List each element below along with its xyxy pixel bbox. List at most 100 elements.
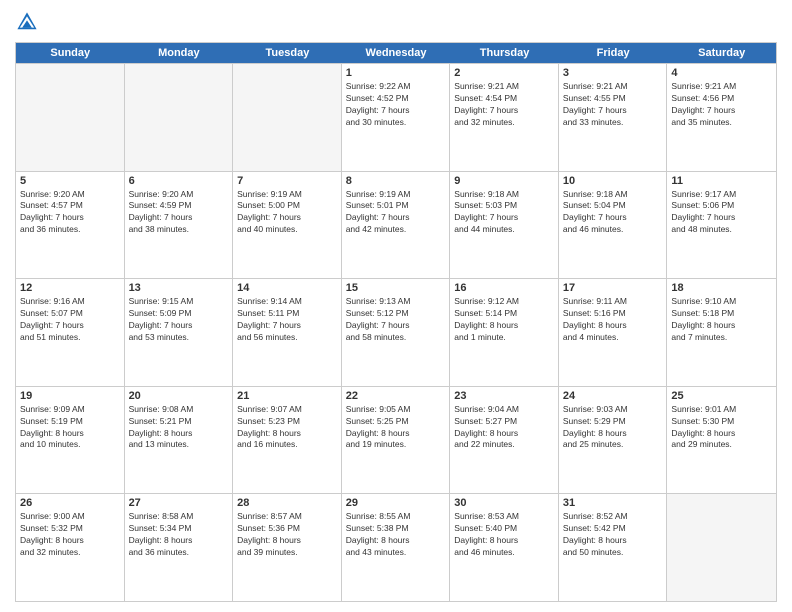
day-info: Sunrise: 9:19 AM Sunset: 5:00 PM Dayligh… <box>237 189 337 237</box>
calendar-cell: 2 Sunrise: 9:21 AM Sunset: 4:54 PM Daylig… <box>450 64 559 171</box>
day-info: Sunrise: 9:00 AM Sunset: 5:32 PM Dayligh… <box>20 511 120 559</box>
day-number: 10 <box>563 175 663 187</box>
day-number: 29 <box>346 497 446 509</box>
day-info: Sunrise: 9:21 AM Sunset: 4:55 PM Dayligh… <box>563 81 663 129</box>
header <box>15 10 777 34</box>
weekday-header: Tuesday <box>233 43 342 63</box>
day-info: Sunrise: 8:53 AM Sunset: 5:40 PM Dayligh… <box>454 511 554 559</box>
calendar-cell: 10 Sunrise: 9:18 AM Sunset: 5:04 PM Dayli… <box>559 172 668 279</box>
day-number: 28 <box>237 497 337 509</box>
day-info: Sunrise: 9:22 AM Sunset: 4:52 PM Dayligh… <box>346 81 446 129</box>
day-number: 17 <box>563 282 663 294</box>
day-info: Sunrise: 8:55 AM Sunset: 5:38 PM Dayligh… <box>346 511 446 559</box>
day-info: Sunrise: 9:11 AM Sunset: 5:16 PM Dayligh… <box>563 296 663 344</box>
day-number: 21 <box>237 390 337 402</box>
day-info: Sunrise: 9:20 AM Sunset: 4:59 PM Dayligh… <box>129 189 229 237</box>
day-number: 8 <box>346 175 446 187</box>
calendar-cell: 20 Sunrise: 9:08 AM Sunset: 5:21 PM Dayli… <box>125 387 234 494</box>
day-info: Sunrise: 9:21 AM Sunset: 4:54 PM Dayligh… <box>454 81 554 129</box>
day-number: 31 <box>563 497 663 509</box>
weekday-header: Saturday <box>667 43 776 63</box>
day-info: Sunrise: 8:57 AM Sunset: 5:36 PM Dayligh… <box>237 511 337 559</box>
calendar-body: 1 Sunrise: 9:22 AM Sunset: 4:52 PM Daylig… <box>16 63 776 601</box>
day-info: Sunrise: 9:10 AM Sunset: 5:18 PM Dayligh… <box>671 296 772 344</box>
calendar-cell: 7 Sunrise: 9:19 AM Sunset: 5:00 PM Daylig… <box>233 172 342 279</box>
day-info: Sunrise: 9:13 AM Sunset: 5:12 PM Dayligh… <box>346 296 446 344</box>
day-number: 7 <box>237 175 337 187</box>
day-number: 3 <box>563 67 663 79</box>
day-number: 12 <box>20 282 120 294</box>
calendar-cell: 28 Sunrise: 8:57 AM Sunset: 5:36 PM Dayli… <box>233 494 342 601</box>
day-number: 4 <box>671 67 772 79</box>
weekday-header: Thursday <box>450 43 559 63</box>
calendar-cell: 31Sunrise: 8:52 AM Sunset: 5:42 PM Dayli… <box>559 494 668 601</box>
day-number: 23 <box>454 390 554 402</box>
calendar-cell: 3 Sunrise: 9:21 AM Sunset: 4:55 PM Daylig… <box>559 64 668 171</box>
calendar-row: 26Sunrise: 9:00 AM Sunset: 5:32 PM Dayli… <box>16 493 776 601</box>
day-info: Sunrise: 9:14 AM Sunset: 5:11 PM Dayligh… <box>237 296 337 344</box>
day-info: Sunrise: 9:16 AM Sunset: 5:07 PM Dayligh… <box>20 296 120 344</box>
day-info: Sunrise: 9:17 AM Sunset: 5:06 PM Dayligh… <box>671 189 772 237</box>
day-info: Sunrise: 9:12 AM Sunset: 5:14 PM Dayligh… <box>454 296 554 344</box>
calendar-cell: 1 Sunrise: 9:22 AM Sunset: 4:52 PM Daylig… <box>342 64 451 171</box>
calendar: SundayMondayTuesdayWednesdayThursdayFrid… <box>15 42 777 602</box>
weekday-header: Friday <box>559 43 668 63</box>
calendar-cell: 17 Sunrise: 9:11 AM Sunset: 5:16 PM Dayli… <box>559 279 668 386</box>
day-number: 22 <box>346 390 446 402</box>
calendar-cell: 18 Sunrise: 9:10 AM Sunset: 5:18 PM Dayli… <box>667 279 776 386</box>
day-number: 20 <box>129 390 229 402</box>
day-info: Sunrise: 9:04 AM Sunset: 5:27 PM Dayligh… <box>454 404 554 452</box>
day-number: 18 <box>671 282 772 294</box>
calendar-cell: 6 Sunrise: 9:20 AM Sunset: 4:59 PM Daylig… <box>125 172 234 279</box>
calendar-cell: 16 Sunrise: 9:12 AM Sunset: 5:14 PM Dayli… <box>450 279 559 386</box>
day-number: 13 <box>129 282 229 294</box>
calendar-cell: 14 Sunrise: 9:14 AM Sunset: 5:11 PM Dayli… <box>233 279 342 386</box>
day-info: Sunrise: 9:08 AM Sunset: 5:21 PM Dayligh… <box>129 404 229 452</box>
day-number: 2 <box>454 67 554 79</box>
calendar-cell: 8 Sunrise: 9:19 AM Sunset: 5:01 PM Daylig… <box>342 172 451 279</box>
day-number: 6 <box>129 175 229 187</box>
day-number: 16 <box>454 282 554 294</box>
day-info: Sunrise: 9:21 AM Sunset: 4:56 PM Dayligh… <box>671 81 772 129</box>
calendar-cell: 15Sunrise: 9:13 AM Sunset: 5:12 PM Dayli… <box>342 279 451 386</box>
calendar-cell <box>16 64 125 171</box>
day-number: 25 <box>671 390 772 402</box>
calendar-cell: 13 Sunrise: 9:15 AM Sunset: 5:09 PM Dayli… <box>125 279 234 386</box>
calendar-cell: 23 Sunrise: 9:04 AM Sunset: 5:27 PM Dayli… <box>450 387 559 494</box>
day-number: 19 <box>20 390 120 402</box>
calendar-cell: 12 Sunrise: 9:16 AM Sunset: 5:07 PM Dayli… <box>16 279 125 386</box>
day-info: Sunrise: 9:18 AM Sunset: 5:04 PM Dayligh… <box>563 189 663 237</box>
calendar-cell <box>667 494 776 601</box>
day-number: 14 <box>237 282 337 294</box>
day-info: Sunrise: 9:18 AM Sunset: 5:03 PM Dayligh… <box>454 189 554 237</box>
calendar-cell: 4 Sunrise: 9:21 AM Sunset: 4:56 PM Daylig… <box>667 64 776 171</box>
calendar-cell: 29 Sunrise: 8:55 AM Sunset: 5:38 PM Dayli… <box>342 494 451 601</box>
calendar-cell: 27Sunrise: 8:58 AM Sunset: 5:34 PM Dayli… <box>125 494 234 601</box>
day-info: Sunrise: 9:07 AM Sunset: 5:23 PM Dayligh… <box>237 404 337 452</box>
weekday-header: Sunday <box>16 43 125 63</box>
logo-icon <box>15 10 39 34</box>
day-number: 27 <box>129 497 229 509</box>
day-number: 5 <box>20 175 120 187</box>
day-number: 9 <box>454 175 554 187</box>
day-info: Sunrise: 9:19 AM Sunset: 5:01 PM Dayligh… <box>346 189 446 237</box>
calendar-cell: 26Sunrise: 9:00 AM Sunset: 5:32 PM Dayli… <box>16 494 125 601</box>
calendar-row: 5 Sunrise: 9:20 AM Sunset: 4:57 PM Daylig… <box>16 171 776 279</box>
weekday-header: Monday <box>125 43 234 63</box>
day-info: Sunrise: 9:20 AM Sunset: 4:57 PM Dayligh… <box>20 189 120 237</box>
day-number: 1 <box>346 67 446 79</box>
calendar-cell: 25Sunrise: 9:01 AM Sunset: 5:30 PM Dayli… <box>667 387 776 494</box>
calendar-cell: 22 Sunrise: 9:05 AM Sunset: 5:25 PM Dayli… <box>342 387 451 494</box>
calendar-row: 12 Sunrise: 9:16 AM Sunset: 5:07 PM Dayli… <box>16 278 776 386</box>
day-info: Sunrise: 9:05 AM Sunset: 5:25 PM Dayligh… <box>346 404 446 452</box>
day-info: Sunrise: 9:03 AM Sunset: 5:29 PM Dayligh… <box>563 404 663 452</box>
calendar-row: 19 Sunrise: 9:09 AM Sunset: 5:19 PM Dayli… <box>16 386 776 494</box>
calendar-row: 1 Sunrise: 9:22 AM Sunset: 4:52 PM Daylig… <box>16 63 776 171</box>
calendar-cell: 21 Sunrise: 9:07 AM Sunset: 5:23 PM Dayli… <box>233 387 342 494</box>
day-info: Sunrise: 9:09 AM Sunset: 5:19 PM Dayligh… <box>20 404 120 452</box>
weekday-header: Wednesday <box>342 43 451 63</box>
calendar-cell: 9 Sunrise: 9:18 AM Sunset: 5:03 PM Daylig… <box>450 172 559 279</box>
calendar-header: SundayMondayTuesdayWednesdayThursdayFrid… <box>16 43 776 63</box>
day-info: Sunrise: 9:15 AM Sunset: 5:09 PM Dayligh… <box>129 296 229 344</box>
calendar-cell <box>233 64 342 171</box>
